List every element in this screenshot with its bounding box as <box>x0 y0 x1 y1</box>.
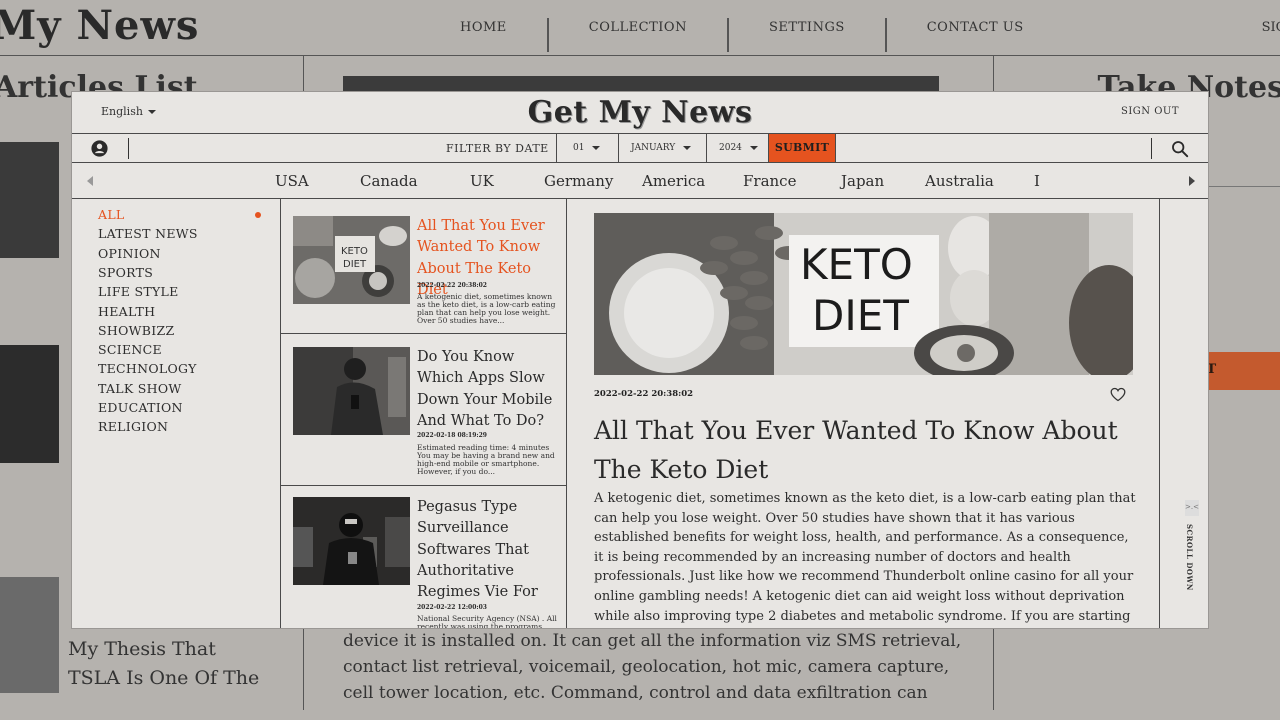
category-showbizz[interactable]: SHOWBIZZ <box>98 323 174 338</box>
bg-thumbnail <box>0 345 59 463</box>
tab-usa[interactable]: USA <box>275 172 309 190</box>
year-select[interactable]: 2024 <box>706 134 768 162</box>
hero-keto-label: KETO <box>800 240 913 289</box>
category-education[interactable]: EDUCATION <box>98 400 183 415</box>
bg-body-line: contact list retrieval, voicemail, geolo… <box>343 657 950 677</box>
bg-article-title: My Thesis That TSLA Is One Of The <box>68 635 259 693</box>
detail-body: A ketogenic diet, sometimes known as the… <box>594 491 1136 624</box>
filter-divider <box>1151 138 1152 159</box>
filter-bar: FILTER BY DATE 01 JANUARY 2024 SUBMIT <box>72 134 1208 163</box>
chevron-down-icon <box>749 145 758 150</box>
filter-divider <box>128 138 129 159</box>
day-select[interactable]: 01 <box>556 134 620 162</box>
scroll-left-icon[interactable] <box>87 176 93 186</box>
user-icon[interactable] <box>91 140 108 157</box>
hero-diet-label: DIET <box>812 291 909 340</box>
main-content: ALL LATEST NEWS OPINION SPORTS LIFE STYL… <box>72 199 1208 628</box>
svg-text:DIET: DIET <box>343 259 367 270</box>
tab-partial[interactable]: I <box>1034 172 1040 190</box>
bg-article-body: device it is installed on. It can get al… <box>343 628 961 706</box>
article-card[interactable]: Do You Know Which Apps Slow Down Your Mo… <box>281 334 567 486</box>
category-science[interactable]: SCIENCE <box>98 342 162 357</box>
article-title[interactable]: Do You Know Which Apps Slow Down Your Mo… <box>417 347 559 432</box>
tab-australia[interactable]: Australia <box>925 172 994 190</box>
article-list: KETO DIET All That You Ever Wanted To Kn… <box>281 199 567 628</box>
article-date: 2022-02-22 12:00:03 <box>417 604 487 611</box>
article-detail: KETO DIET 2022-02-22 20:38:02 All That Y… <box>567 199 1160 628</box>
bg-divider <box>0 55 1280 56</box>
country-tabs: USA Canada UK Germany America France Jap… <box>72 163 1208 199</box>
bg-nav-contact[interactable]: CONTACT US <box>887 18 1064 52</box>
chevron-down-icon <box>592 145 601 150</box>
category-sidebar: ALL LATEST NEWS OPINION SPORTS LIFE STYL… <box>72 199 281 628</box>
tab-america[interactable]: America <box>642 172 705 190</box>
keto-thumbnail-image: KETO DIET <box>293 216 410 304</box>
category-health[interactable]: HEALTH <box>98 304 155 319</box>
site-logo[interactable]: Get My News <box>72 95 1208 130</box>
submit-button[interactable]: SUBMIT <box>768 134 836 162</box>
category-talk-show[interactable]: TALK SHOW <box>98 381 182 396</box>
bg-sign-link[interactable]: SIG <box>1262 20 1280 35</box>
bg-nav-home[interactable]: HOME <box>420 18 549 52</box>
article-title[interactable]: Pegasus Type Surveillance Softwares That… <box>417 497 559 603</box>
filter-label: FILTER BY DATE <box>446 142 549 155</box>
article-excerpt: A ketogenic diet, sometimes known as the… <box>417 293 556 325</box>
category-opinion[interactable]: OPINION <box>98 246 161 261</box>
article-date: 2022-02-22 20:38:02 <box>417 282 487 289</box>
scroll-badge: >.< <box>1185 500 1199 516</box>
category-life-style[interactable]: LIFE STYLE <box>98 284 179 299</box>
bg-thesis-line: My Thesis That <box>68 638 216 660</box>
month-value: JANUARY <box>631 143 676 153</box>
scroll-right-icon[interactable] <box>1189 176 1195 186</box>
active-dot-icon <box>255 212 261 218</box>
bg-thumbnail <box>0 577 59 693</box>
tab-japan[interactable]: Japan <box>841 172 884 190</box>
scroll-down-label[interactable]: SCROLL DOWN <box>1185 524 1194 591</box>
article-card[interactable]: KETO DIET All That You Ever Wanted To Kn… <box>281 199 567 334</box>
window-header: English Get My News SIGN OUT <box>72 92 1208 134</box>
bg-thumbnail <box>0 142 59 258</box>
bg-body-line: device it is installed on. It can get al… <box>343 631 962 651</box>
month-select[interactable]: JANUARY <box>618 134 706 162</box>
keto-hero-image: KETO DIET <box>594 213 1133 375</box>
chevron-down-icon <box>683 145 692 150</box>
tab-germany[interactable]: Germany <box>544 172 613 190</box>
background-nav: HOME COLLECTION SETTINGS CONTACT US <box>420 18 1064 52</box>
bg-nav-collection[interactable]: COLLECTION <box>549 18 729 52</box>
background-logo: My News <box>0 2 200 49</box>
bg-thesis-line: TSLA Is One Of The <box>68 667 260 689</box>
hacker-thumbnail-image <box>293 497 410 585</box>
category-all[interactable]: ALL <box>98 207 125 222</box>
tab-uk[interactable]: UK <box>470 172 494 190</box>
detail-title: All That You Ever Wanted To Know About T… <box>594 416 1118 484</box>
heart-icon[interactable] <box>1110 387 1126 402</box>
category-religion[interactable]: RELIGION <box>98 419 168 434</box>
search-icon[interactable] <box>1171 140 1189 158</box>
day-value: 01 <box>573 143 585 153</box>
article-date: 2022-02-18 08:19:29 <box>417 432 487 439</box>
bg-body-line: cell tower location, etc. Command, contr… <box>343 683 928 703</box>
news-window: English Get My News SIGN OUT FILTER BY D… <box>72 92 1208 628</box>
sign-out-button[interactable]: SIGN OUT <box>1121 106 1179 117</box>
svg-text:KETO: KETO <box>341 246 368 257</box>
phone-user-thumbnail-image <box>293 347 410 435</box>
tab-france[interactable]: France <box>743 172 796 190</box>
tab-canada[interactable]: Canada <box>360 172 418 190</box>
article-excerpt: Estimated reading time: 4 minutes You ma… <box>417 444 555 476</box>
category-technology[interactable]: TECHNOLOGY <box>98 361 197 376</box>
article-excerpt: National Security Agency (NSA) . All rec… <box>417 615 557 628</box>
detail-date: 2022-02-22 20:38:02 <box>594 389 694 399</box>
category-latest-news[interactable]: LATEST NEWS <box>98 226 198 241</box>
category-sports[interactable]: SPORTS <box>98 265 153 280</box>
article-card[interactable]: Pegasus Type Surveillance Softwares That… <box>281 486 567 628</box>
year-value: 2024 <box>719 143 742 153</box>
bg-nav-settings[interactable]: SETTINGS <box>729 18 887 52</box>
